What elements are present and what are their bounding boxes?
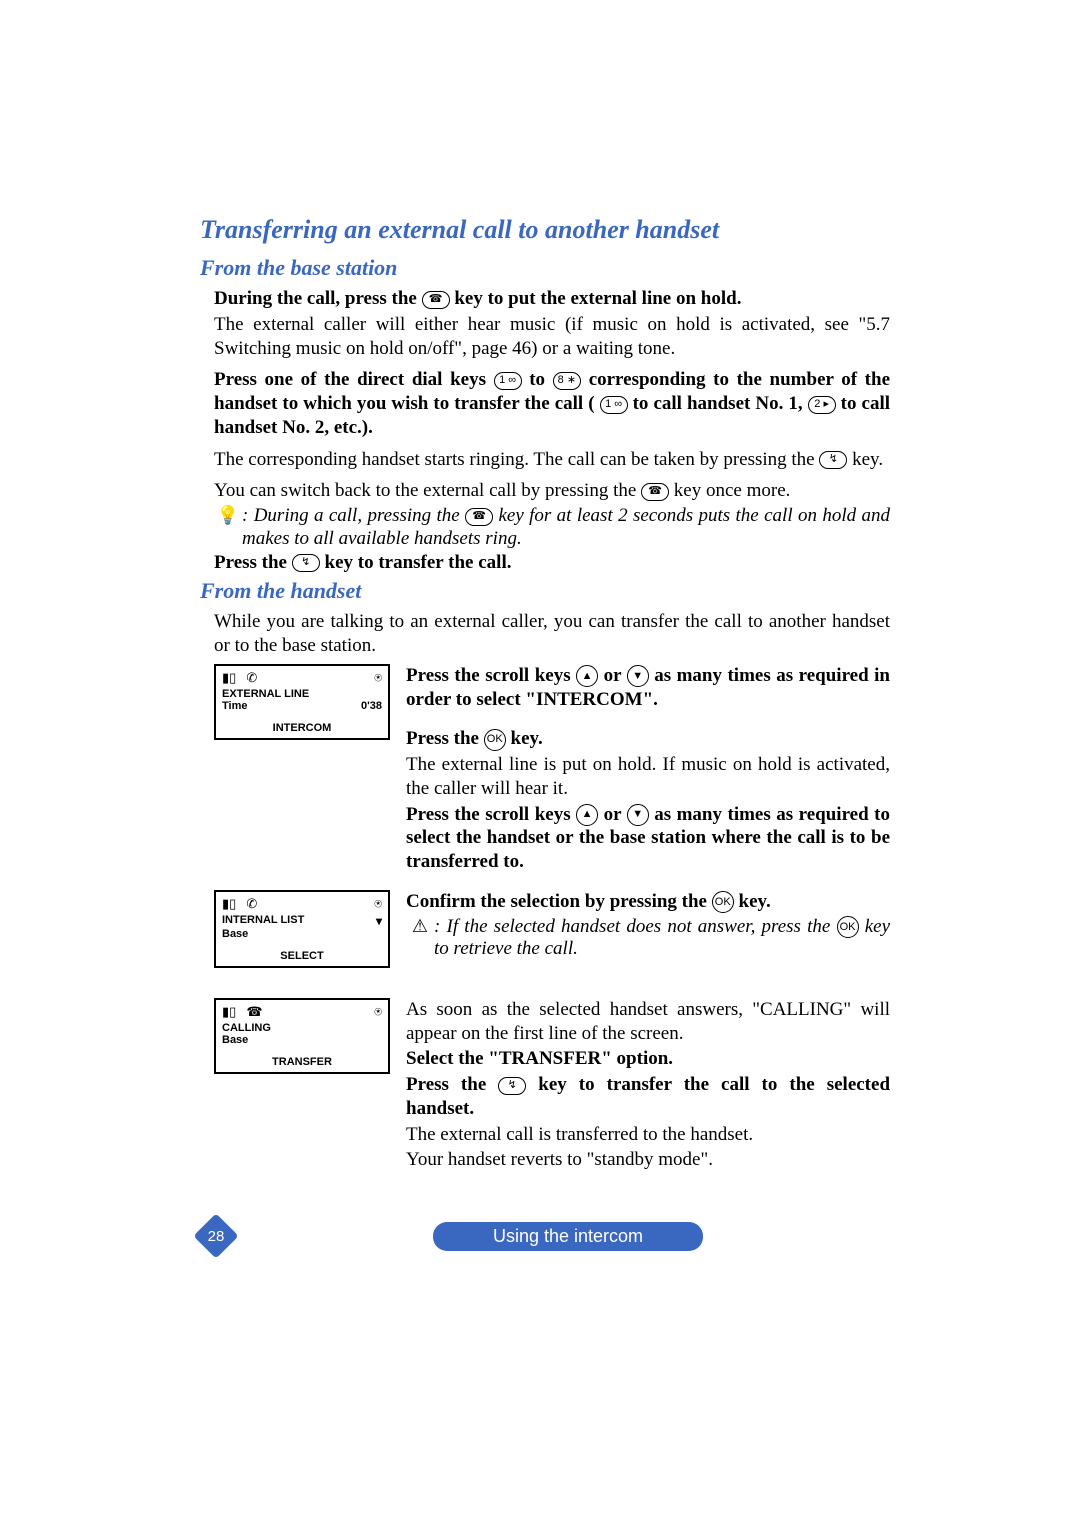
lcd-screen-1: ▮▯ ✆ ⍟ EXTERNAL LINE Time 0'38 INTERCOM (214, 664, 390, 740)
up-key-icon: ▲ (576, 804, 598, 826)
lcd3-softkey: TRANSFER (216, 1054, 388, 1072)
down-key-icon: ▼ (627, 804, 649, 826)
step2-row: ▮▯ ✆ ⍟ INTERNAL LIST ▾ Base SELECT Confi… (214, 890, 890, 976)
hook-key-icon: ↯ (819, 451, 847, 469)
one-key-icon: 1 ∞ (600, 396, 628, 414)
lcd-screen-3: ▮▯ ☎ ⍟ CALLING Base TRANSFER (214, 998, 390, 1074)
page-footer: 28 Using the intercom (200, 1218, 890, 1254)
lcd1-softkey: INTERCOM (216, 720, 388, 738)
s1-p3: Press one of the direct dial keys 1 ∞ to… (214, 368, 890, 439)
hook-key-icon: ↯ (498, 1077, 526, 1095)
step2-text: Confirm the selection by pressing the OK… (406, 890, 890, 961)
intercom-key-icon: ☎ (422, 291, 450, 309)
s1-p6: Press the ↯ key to transfer the call. (214, 551, 890, 575)
s1-p4: The corresponding handset starts ringing… (214, 448, 890, 472)
ok-key-icon: OK (837, 916, 859, 938)
eight-key-icon: 8 ∗ (553, 372, 581, 390)
step1-text: Press the scroll keys ▲ or ▼ as many tim… (406, 664, 890, 876)
intercom-key-icon: ☎ (465, 508, 493, 526)
page-title: Transferring an external call to another… (200, 215, 890, 245)
section-base-heading: From the base station (200, 255, 890, 281)
s1-p5: You can switch back to the external call… (214, 479, 890, 503)
lcd-screen-2: ▮▯ ✆ ⍟ INTERNAL LIST ▾ Base SELECT (214, 890, 390, 968)
tip-text: : During a call, pressing the ☎ key for … (242, 505, 890, 551)
lcd1-line1: EXTERNAL LINE (222, 688, 309, 700)
down-key-icon: ▼ (627, 665, 649, 687)
footer-chapter-label: Using the intercom (433, 1222, 703, 1251)
ok-key-icon: OK (484, 729, 506, 751)
section-handset-heading: From the handset (200, 578, 890, 604)
ok-key-icon: OK (712, 891, 734, 913)
step3-text: As soon as the selected handset answers,… (406, 998, 890, 1174)
tip-row: 💡 : During a call, pressing the ☎ key fo… (214, 505, 890, 551)
lcd2-line1: INTERNAL LIST (222, 914, 304, 928)
s1-p1: During the call, press the ☎ key to put … (214, 287, 890, 311)
hook-key-icon: ↯ (292, 554, 320, 572)
battery-icon: ▮▯ (222, 896, 236, 912)
battery-icon: ▮▯ (222, 1004, 236, 1020)
s2-intro: While you are talking to an external cal… (214, 610, 890, 658)
antenna-icon: ⍟ (374, 670, 382, 686)
two-key-icon: 2 ▸ (808, 396, 836, 414)
antenna-icon: ⍟ (374, 896, 382, 912)
one-key-icon: 1 ∞ (494, 372, 522, 390)
handset-icon: ✆ (246, 896, 257, 912)
lcd3-line2: Base (216, 1034, 388, 1054)
antenna-icon: ⍟ (374, 1004, 382, 1020)
up-key-icon: ▲ (576, 665, 598, 687)
lcd3-line1: CALLING (222, 1022, 271, 1034)
page-content: Transferring an external call to another… (200, 215, 890, 1174)
handset-icon: ✆ (246, 670, 257, 686)
s1-p2: The external caller will either hear mus… (214, 313, 890, 361)
intercom-handset-icon: ☎ (246, 1004, 262, 1020)
step3-row: ▮▯ ☎ ⍟ CALLING Base TRANSFER As soon as … (214, 998, 890, 1174)
page-number-badge: 28 (200, 1220, 232, 1252)
section-base-body: During the call, press the ☎ key to put … (200, 287, 890, 574)
battery-icon: ▮▯ (222, 670, 236, 686)
lcd2-line2: Base (216, 928, 388, 948)
intercom-key-icon: ☎ (641, 483, 669, 501)
warning-icon: ⚠ (406, 916, 434, 938)
bulb-icon: 💡 (214, 505, 242, 527)
lcd2-softkey: SELECT (216, 948, 388, 966)
lcd1-line2-right: 0'38 (361, 700, 382, 712)
lcd1-line2-left: Time (222, 700, 247, 712)
section-handset-body: While you are talking to an external cal… (200, 610, 890, 1174)
step1-row: ▮▯ ✆ ⍟ EXTERNAL LINE Time 0'38 INTERCOM (214, 664, 890, 876)
